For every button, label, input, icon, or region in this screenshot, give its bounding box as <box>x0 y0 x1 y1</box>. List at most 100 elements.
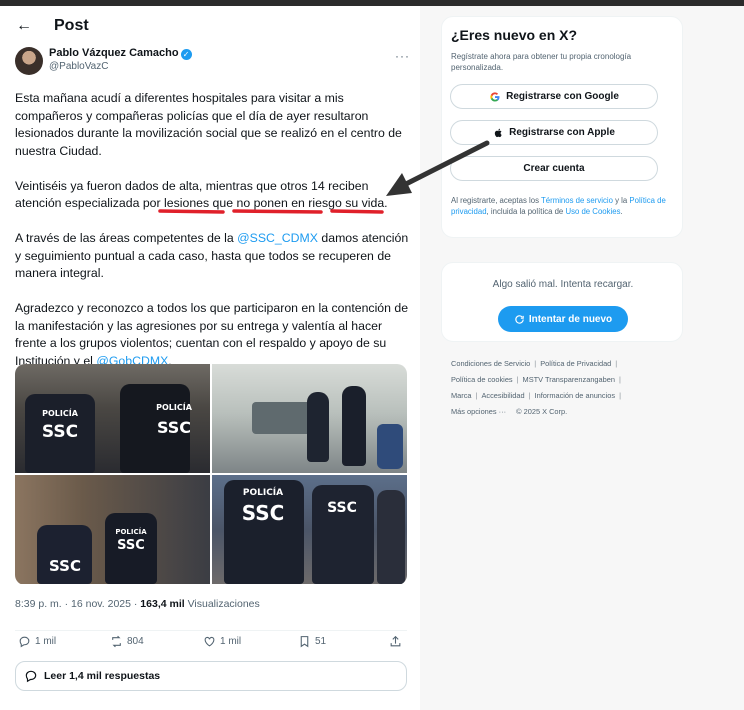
share-button[interactable] <box>389 635 402 648</box>
photo-police-hallway[interactable]: POLICÍA SSC POLICÍA SSC <box>15 364 210 473</box>
more-icon[interactable]: ··· <box>395 49 410 63</box>
footer-row: Más opciones ··· © 2025 X Corp. <box>451 404 691 420</box>
footer-link[interactable]: Política de cookies <box>451 375 513 384</box>
retry-label: Intentar de nuevo <box>528 313 613 325</box>
mention-ssc-cdmx[interactable]: @SSC_CDMX <box>237 231 318 245</box>
tweet-paragraph-1: Esta mañana acudí a diferentes hospitale… <box>15 91 402 158</box>
patch-ssc: SSC <box>41 422 79 442</box>
footer-link[interactable]: Información de anuncios <box>535 391 616 400</box>
tweet-actions: 1 mil 804 1 mil 51 <box>15 630 407 648</box>
officer-figure <box>37 525 92 584</box>
cookies-link[interactable]: Uso de Cookies <box>565 207 620 216</box>
repost-button[interactable]: 804 <box>110 635 144 648</box>
patch-ssc: SSC <box>156 418 192 437</box>
avatar[interactable] <box>15 47 43 75</box>
photo-grid: POLICÍA SSC POLICÍA SSC SSC POLICÍA SSC … <box>15 364 407 585</box>
patch-policia: POLICÍA <box>242 488 284 498</box>
legal-text: y la <box>612 196 630 205</box>
legal-text: . <box>620 207 623 216</box>
reply-button[interactable]: 1 mil <box>18 635 56 648</box>
patch-ssc: SSC <box>49 557 81 575</box>
footer-link[interactable]: Más opciones ··· <box>451 407 506 416</box>
footer-row: Marca | Accesibilidad | Información de anunc… <box>451 388 691 404</box>
signup-apple-button[interactable]: Registrarse con Apple <box>450 120 658 145</box>
footer-link[interactable]: Política de Privacidad <box>540 359 611 368</box>
like-button[interactable]: 1 mil <box>203 635 241 648</box>
footer-row: Política de cookies | MSTV Transparenzanga… <box>451 372 691 388</box>
footer-links: Condiciones de Servicio | Política de Priv… <box>451 356 691 420</box>
tweet-author: Pablo Vázquez Camacho ✓ @PabloVazC ··· <box>15 45 410 77</box>
tweet-paragraph-2: Veintiséis ya fueron dados de alta, mien… <box>15 178 388 211</box>
footer-separator: | <box>475 391 478 400</box>
footer-link[interactable]: Condiciones de Servicio <box>451 359 530 368</box>
repost-count: 804 <box>127 636 144 647</box>
error-message: Algo salió mal. Intenta recargar. <box>492 279 634 290</box>
copyright: © 2025 X Corp. <box>516 407 568 416</box>
author-handle[interactable]: @PabloVazC <box>49 61 108 72</box>
bookmark-count: 51 <box>315 636 327 647</box>
footer-link[interactable]: Accesibilidad <box>481 391 524 400</box>
views-count: 163,4 mil <box>140 598 185 610</box>
page-title: Post <box>54 17 89 34</box>
footer-spacer <box>510 407 512 416</box>
reply-icon <box>19 636 30 648</box>
verified-icon: ✓ <box>180 49 192 60</box>
bookmark-icon <box>300 636 309 648</box>
officer-figure <box>307 392 329 462</box>
apple-icon <box>494 128 502 137</box>
post-header: ← Post <box>16 16 89 36</box>
photo-officers-backs[interactable]: POLICÍA SSC SSC <box>212 475 407 584</box>
photo-officers-corridor[interactable]: SSC POLICÍA SSC <box>15 475 210 584</box>
patch-policia: POLICÍA <box>115 528 147 536</box>
retry-button[interactable]: Intentar de nuevo <box>498 306 628 332</box>
footer-separator: | <box>618 375 621 384</box>
author-name-row[interactable]: Pablo Vázquez Camacho ✓ <box>49 47 192 60</box>
bookmark-button[interactable]: 51 <box>298 635 326 648</box>
patch-ssc: SSC <box>241 501 285 525</box>
tweet-timestamp[interactable]: 8:39 p. m. · 16 nov. 2025 · <box>15 598 140 610</box>
google-button-label: Registrarse con Google <box>506 91 619 102</box>
signup-title: ¿Eres nuevo en X? <box>451 27 578 43</box>
refresh-icon <box>515 314 524 324</box>
tweet-paragraph-4: Agradezco y reconozco a todos los que pa… <box>15 300 410 370</box>
tweet-paragraph-3: A través de las áreas competentes de la … <box>15 230 410 283</box>
create-account-label: Crear cuenta <box>523 163 585 174</box>
footer-separator: | <box>516 375 519 384</box>
reply-count: 1 mil <box>35 636 57 647</box>
create-account-button[interactable]: Crear cuenta <box>450 156 658 181</box>
chair <box>377 424 403 469</box>
like-count: 1 mil <box>220 636 242 647</box>
footer-link[interactable]: Marca <box>451 391 472 400</box>
repost-icon <box>112 635 121 648</box>
tweet-meta: 8:39 p. m. · 16 nov. 2025 · 163,4 mil Vi… <box>15 598 260 610</box>
officer-figure <box>342 386 366 466</box>
paragraph-4-text: Agradezco y reconozco a todos los que pa… <box>15 301 409 368</box>
read-replies-label: Leer 1,4 mil respuestas <box>44 670 161 682</box>
signup-subtitle: Regístrate ahora para obtener tu propia … <box>451 52 632 72</box>
footer-separator: | <box>534 359 537 368</box>
signup-google-button[interactable]: Registrarse con Google <box>450 84 658 109</box>
views-label: Visualizaciones <box>184 598 260 610</box>
tweet-text: Esta mañana acudí a diferentes hospitale… <box>15 90 410 388</box>
footer-link[interactable]: MSTV Transparenzangaben <box>523 375 615 384</box>
patch-policia: POLICÍA <box>156 403 192 412</box>
error-card: Algo salió mal. Intenta recargar. Intent… <box>441 262 683 342</box>
footer-row: Condiciones de Servicio | Política de Priv… <box>451 356 691 372</box>
back-arrow-icon[interactable]: ← <box>16 17 38 35</box>
legal-text: , incluida la política de <box>486 207 566 216</box>
patch-policia: POLICÍA <box>42 409 78 418</box>
google-icon <box>490 91 500 102</box>
read-replies-button[interactable]: Leer 1,4 mil respuestas <box>15 661 407 691</box>
paragraph-3-text: A través de las áreas competentes de la <box>15 231 238 245</box>
terms-link[interactable]: Términos de servicio <box>541 196 613 205</box>
footer-separator: | <box>619 391 621 400</box>
photo-hospital-room[interactable] <box>212 364 407 473</box>
like-icon <box>204 636 215 647</box>
share-icon <box>390 635 401 647</box>
patch-ssc: SSC <box>327 500 357 516</box>
reply-icon <box>25 670 37 683</box>
signup-card: ¿Eres nuevo en X? Regístrate ahora para … <box>441 16 683 238</box>
footer-separator: | <box>528 391 531 400</box>
author-name[interactable]: Pablo Vázquez Camacho <box>49 47 179 59</box>
footer-separator: | <box>615 359 618 368</box>
